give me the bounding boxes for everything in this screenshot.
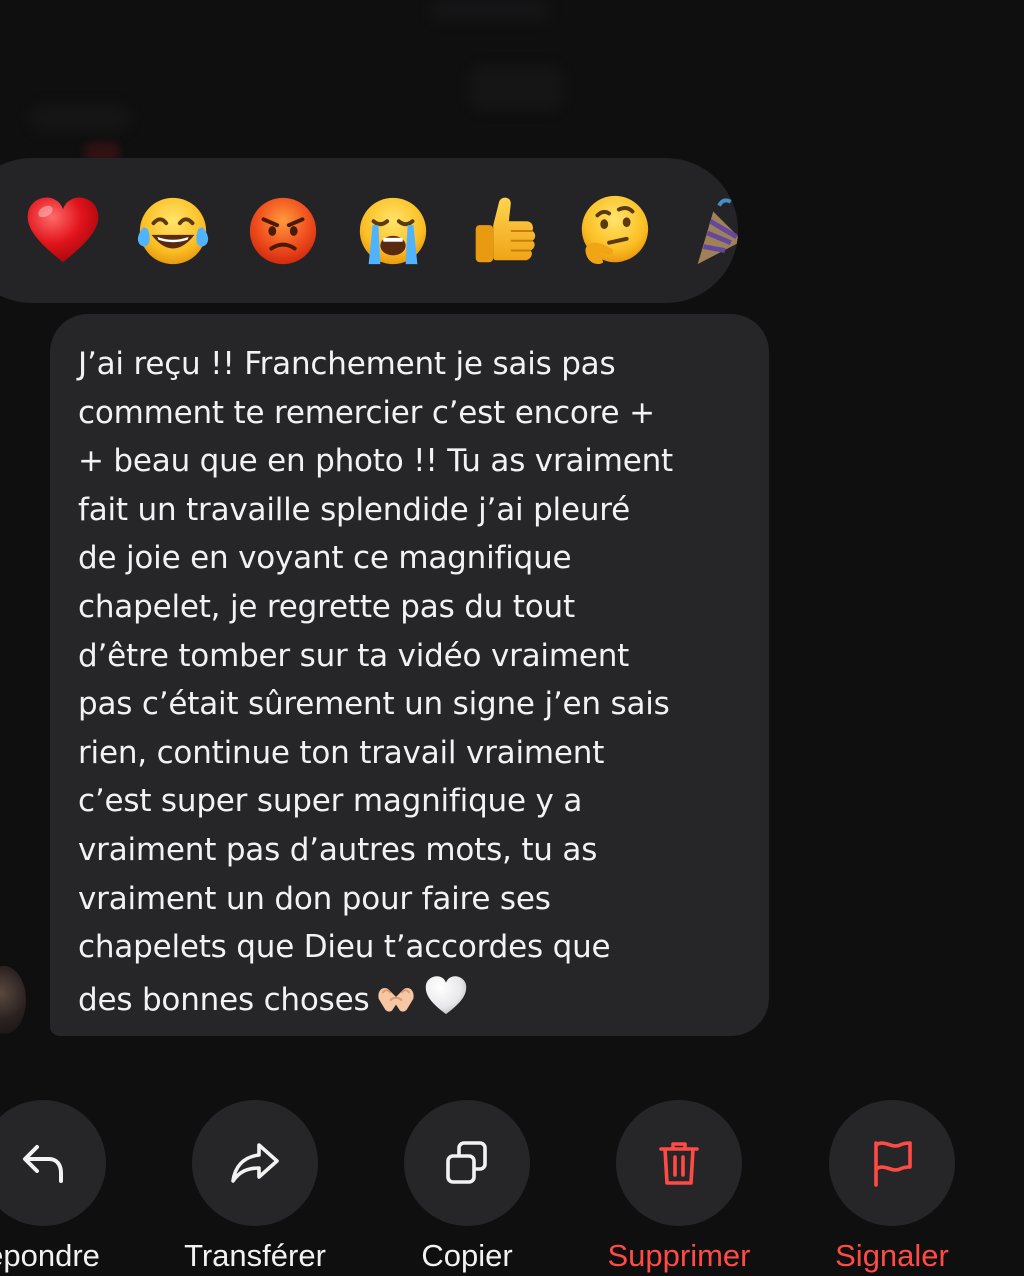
copy-button[interactable]: Copier: [362, 1100, 572, 1276]
blurred-background: [470, 66, 562, 110]
delete-button-circle[interactable]: [616, 1100, 742, 1226]
delete-label: Supprimer: [607, 1238, 751, 1273]
message-context-menu: J’ai reçu !! Franchement je sais pas com…: [0, 0, 1024, 1276]
angry-face-emoji[interactable]: [244, 192, 322, 270]
report-label: Signaler: [835, 1238, 949, 1273]
message-text: J’ai reçu !! Franchement je sais pas com…: [78, 340, 749, 1024]
copy-button-circle[interactable]: [404, 1100, 530, 1226]
reply-label: épondre: [0, 1238, 100, 1273]
loudly-crying-face-emoji[interactable]: [354, 192, 432, 270]
tears-of-joy-emoji[interactable]: [134, 192, 212, 270]
delete-button[interactable]: Supprimer: [574, 1100, 784, 1276]
report-button[interactable]: Signaler: [787, 1100, 997, 1276]
reply-icon: [23, 1145, 63, 1183]
message-body: J’ai reçu !! Franchement je sais pas com…: [78, 346, 673, 1018]
party-popper-emoji[interactable]: [684, 192, 738, 270]
blurred-background: [430, 0, 550, 20]
forward-label: Transférer: [184, 1238, 326, 1273]
copy-icon: [446, 1141, 487, 1184]
trash-icon: [659, 1142, 699, 1185]
message-actions: épondre Transférer Copier: [0, 1100, 1024, 1276]
reaction-bar: [0, 158, 738, 303]
reply-button-circle[interactable]: [0, 1100, 106, 1226]
white-heart-emoji: [423, 972, 469, 1018]
forward-arrow-icon: [231, 1143, 279, 1183]
reply-button[interactable]: épondre: [0, 1100, 148, 1276]
thinking-face-emoji[interactable]: [574, 192, 652, 270]
sender-avatar[interactable]: [0, 966, 26, 1034]
red-heart-emoji[interactable]: [24, 192, 102, 270]
copy-label: Copier: [421, 1238, 513, 1273]
forward-button[interactable]: Transférer: [150, 1100, 360, 1276]
heart-hands-emoji: [373, 972, 419, 1018]
blurred-background: [30, 105, 130, 131]
forward-button-circle[interactable]: [192, 1100, 318, 1226]
message-bubble[interactable]: J’ai reçu !! Franchement je sais pas com…: [50, 314, 769, 1036]
report-button-circle[interactable]: [829, 1100, 955, 1226]
flag-icon: [874, 1141, 912, 1187]
thumbs-up-emoji[interactable]: [464, 192, 542, 270]
